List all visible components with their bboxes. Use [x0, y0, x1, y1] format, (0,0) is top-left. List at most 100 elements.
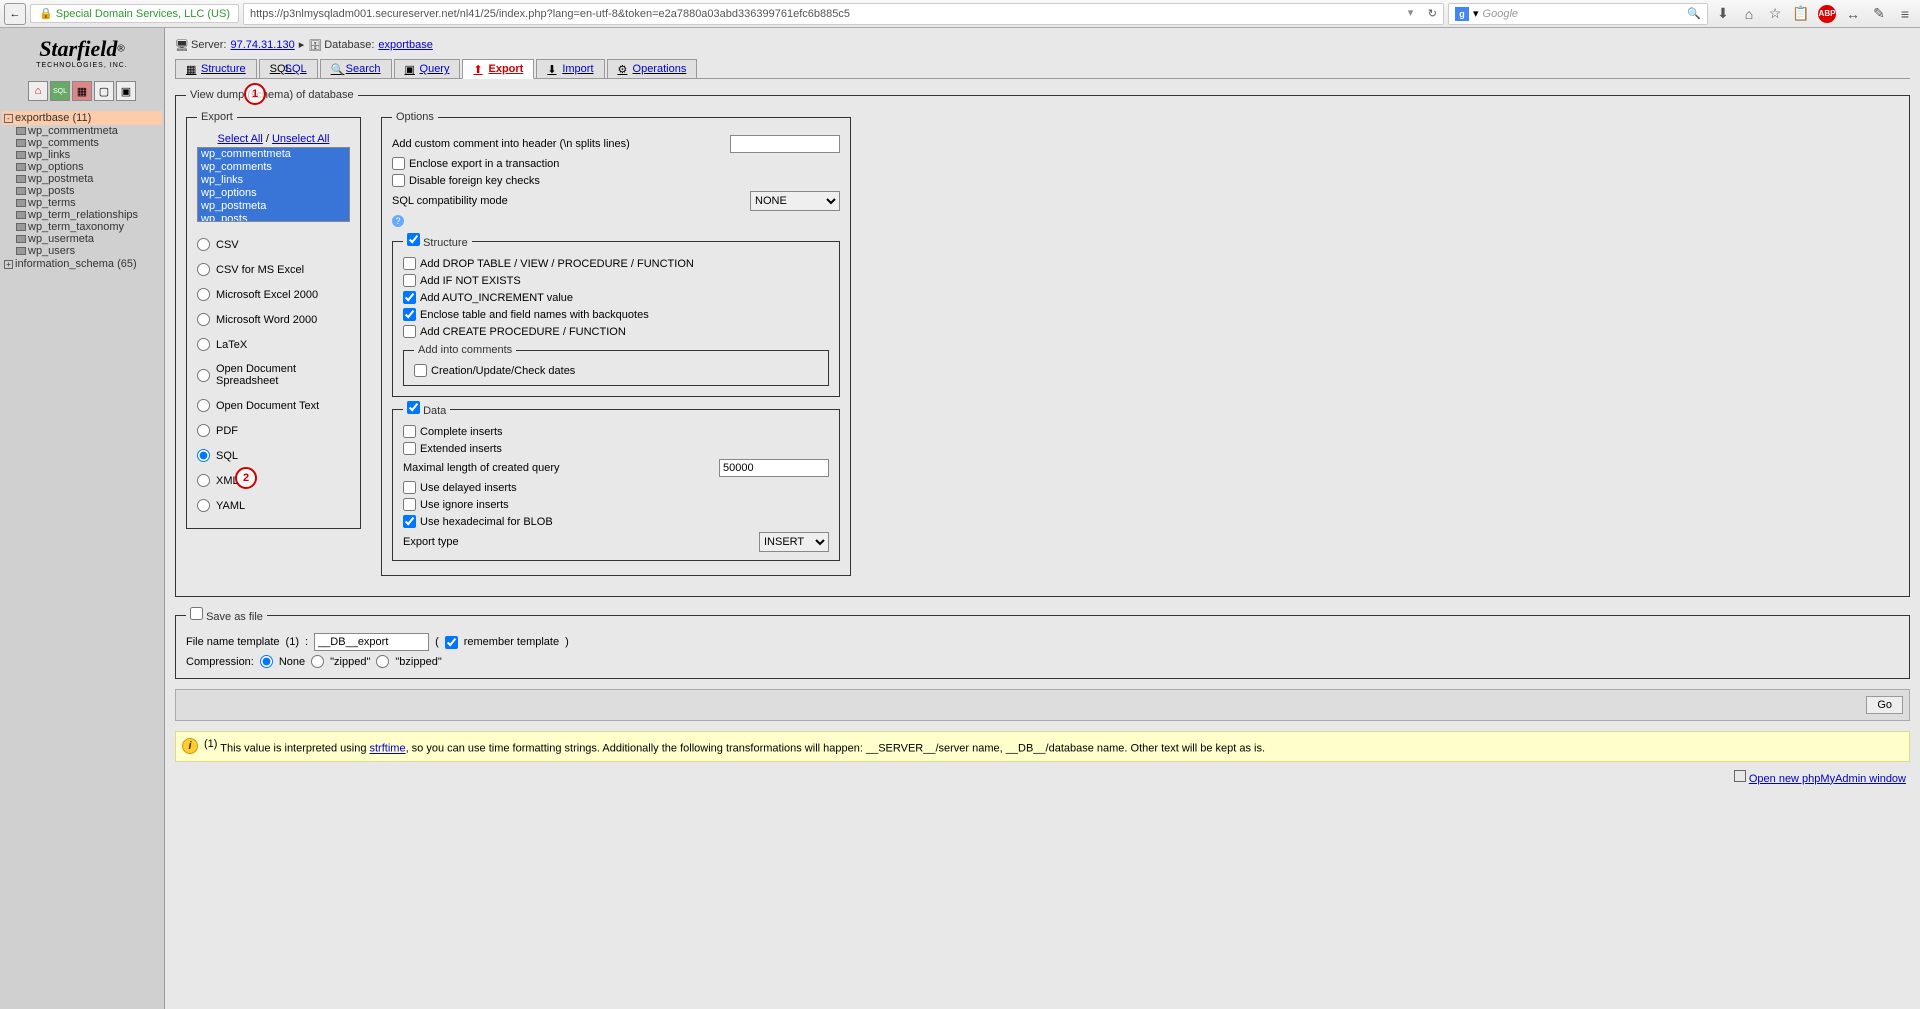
format-option-microsoft-excel-2000[interactable]: Microsoft Excel 2000 — [197, 282, 350, 307]
back-button[interactable]: ← — [4, 3, 26, 25]
creation-dates-checkbox[interactable] — [414, 364, 427, 377]
multiselect-option[interactable]: wp_links — [198, 174, 349, 187]
sidebar-table-item[interactable]: wp_commentmeta — [14, 125, 162, 137]
format-radio[interactable] — [197, 369, 210, 382]
unselect-all-link[interactable]: Unselect All — [272, 133, 329, 145]
sidebar-table-item[interactable]: wp_links — [14, 149, 162, 161]
menu-icon[interactable]: ≡ — [1894, 3, 1916, 25]
format-option-pdf[interactable]: PDF — [197, 418, 350, 443]
sb-sql-icon[interactable]: SQL — [50, 81, 70, 101]
format-option-open-document-spreadsheet[interactable]: Open Document Spreadsheet — [197, 357, 350, 393]
use-hex-checkbox[interactable] — [403, 515, 416, 528]
sidebar-table-item[interactable]: wp_users — [14, 245, 162, 257]
search-box[interactable]: g▾ Google🔍 — [1448, 3, 1708, 25]
tab-sql[interactable]: SQLSQL — [259, 59, 318, 78]
sidebar-table-item[interactable]: wp_options — [14, 161, 162, 173]
format-radio[interactable] — [197, 499, 210, 512]
tab-operations[interactable]: ⚙Operations — [607, 59, 698, 78]
format-radio[interactable] — [197, 424, 210, 437]
compression-zipped-radio[interactable] — [311, 655, 324, 668]
sidebar-db-exportbase[interactable]: -exportbase (11) — [2, 111, 162, 125]
sidebar-db-information-schema[interactable]: +information_schema (65) — [2, 257, 162, 271]
sidebar-table-item[interactable]: wp_term_relationships — [14, 209, 162, 221]
format-option-xml[interactable]: XML — [197, 468, 350, 493]
multiselect-option[interactable]: wp_postmeta — [198, 200, 349, 213]
sb-doc-icon[interactable]: ▢ — [94, 81, 114, 101]
remember-template-checkbox[interactable] — [445, 636, 458, 649]
dropdown-icon[interactable]: ▾ — [1408, 6, 1424, 22]
use-delayed-checkbox[interactable] — [403, 481, 416, 494]
add-drop-checkbox[interactable] — [403, 257, 416, 270]
sidebar-table-item[interactable]: wp_term_taxonomy — [14, 221, 162, 233]
use-ignore-checkbox[interactable] — [403, 498, 416, 511]
sb-home-icon[interactable]: ⌂ — [28, 81, 48, 101]
sidebar-table-item[interactable]: wp_posts — [14, 185, 162, 197]
select-all-link[interactable]: Select All — [218, 133, 263, 145]
add-autoinc-checkbox[interactable] — [403, 291, 416, 304]
abp-icon[interactable]: ABP — [1816, 3, 1838, 25]
sidebar-table-item[interactable]: wp_comments — [14, 137, 162, 149]
ssl-identity[interactable]: 🔒 Special Domain Services, LLC (US) — [30, 4, 239, 23]
enclose-backquote-checkbox[interactable] — [403, 308, 416, 321]
multiselect-option[interactable]: wp_posts — [198, 213, 349, 222]
data-checkbox[interactable] — [407, 401, 420, 414]
strftime-link[interactable]: strftime — [370, 743, 406, 755]
sidebar-table-item[interactable]: wp_usermeta — [14, 233, 162, 245]
format-radio[interactable] — [197, 338, 210, 351]
format-option-open-document-text[interactable]: Open Document Text — [197, 393, 350, 418]
format-option-latex[interactable]: LaTeX — [197, 332, 350, 357]
tab-import[interactable]: ⬇Import — [536, 59, 604, 78]
structure-checkbox[interactable] — [407, 233, 420, 246]
format-option-csv[interactable]: CSV — [197, 232, 350, 257]
format-option-microsoft-word-2000[interactable]: Microsoft Word 2000 — [197, 307, 350, 332]
filename-input[interactable] — [314, 633, 429, 651]
format-radio[interactable] — [197, 399, 210, 412]
enclose-transaction-checkbox[interactable] — [392, 157, 405, 170]
reload-icon[interactable]: ↻ — [1428, 7, 1437, 20]
format-option-csv-for-ms-excel[interactable]: CSV for MS Excel — [197, 257, 350, 282]
tab-query[interactable]: ▣Query — [394, 59, 461, 78]
tab-export[interactable]: ⬆Export — [462, 59, 534, 79]
format-option-sql[interactable]: SQL — [197, 443, 350, 468]
sb-query-icon[interactable]: ▣ — [116, 81, 136, 101]
disable-fk-checkbox[interactable] — [392, 174, 405, 187]
complete-inserts-checkbox[interactable] — [403, 425, 416, 438]
format-radio[interactable] — [197, 474, 210, 487]
sidebar-table-item[interactable]: wp_postmeta — [14, 173, 162, 185]
format-radio[interactable] — [197, 238, 210, 251]
download-icon[interactable]: ⬇ — [1712, 3, 1734, 25]
add-ifnotexists-checkbox[interactable] — [403, 274, 416, 287]
bookmark-icon[interactable]: ☆ — [1764, 3, 1786, 25]
multiselect-option[interactable]: wp_commentmeta — [198, 148, 349, 161]
format-option-yaml[interactable]: YAML — [197, 493, 350, 518]
format-radio[interactable] — [197, 288, 210, 301]
wand-icon[interactable]: ✎ — [1868, 3, 1890, 25]
open-new-window-link[interactable]: Open new phpMyAdmin window — [1749, 773, 1906, 785]
compression-none-radio[interactable] — [260, 655, 273, 668]
help-icon[interactable]: ? — [392, 215, 404, 227]
table-multiselect[interactable]: wp_commentmetawp_commentswp_linkswp_opti… — [197, 147, 350, 222]
sidebar-table-item[interactable]: wp_terms — [14, 197, 162, 209]
sql-compat-select[interactable]: NONE — [750, 191, 840, 211]
arrows-icon[interactable]: ↔ — [1842, 3, 1864, 25]
save-as-file-checkbox[interactable] — [190, 607, 203, 620]
sb-cal-icon[interactable]: ▦ — [72, 81, 92, 101]
multiselect-option[interactable]: wp_options — [198, 187, 349, 200]
home-icon[interactable]: ⌂ — [1738, 3, 1760, 25]
maxlength-input[interactable] — [719, 459, 829, 477]
extended-inserts-checkbox[interactable] — [403, 442, 416, 455]
export-type-select[interactable]: INSERT — [759, 532, 829, 552]
go-button[interactable]: Go — [1866, 696, 1903, 714]
add-createproc-checkbox[interactable] — [403, 325, 416, 338]
format-radio[interactable] — [197, 449, 210, 462]
tab-structure[interactable]: ▦Structure — [175, 59, 257, 78]
multiselect-option[interactable]: wp_comments — [198, 161, 349, 174]
server-link[interactable]: 97.74.31.130 — [230, 39, 294, 51]
compression-bzipped-radio[interactable] — [376, 655, 389, 668]
tab-search[interactable]: 🔍Search — [320, 59, 392, 78]
search-icon[interactable]: 🔍 — [1687, 7, 1701, 20]
custom-comment-input[interactable] — [730, 135, 840, 153]
format-radio[interactable] — [197, 313, 210, 326]
format-radio[interactable] — [197, 263, 210, 276]
db-link[interactable]: exportbase — [378, 39, 432, 51]
